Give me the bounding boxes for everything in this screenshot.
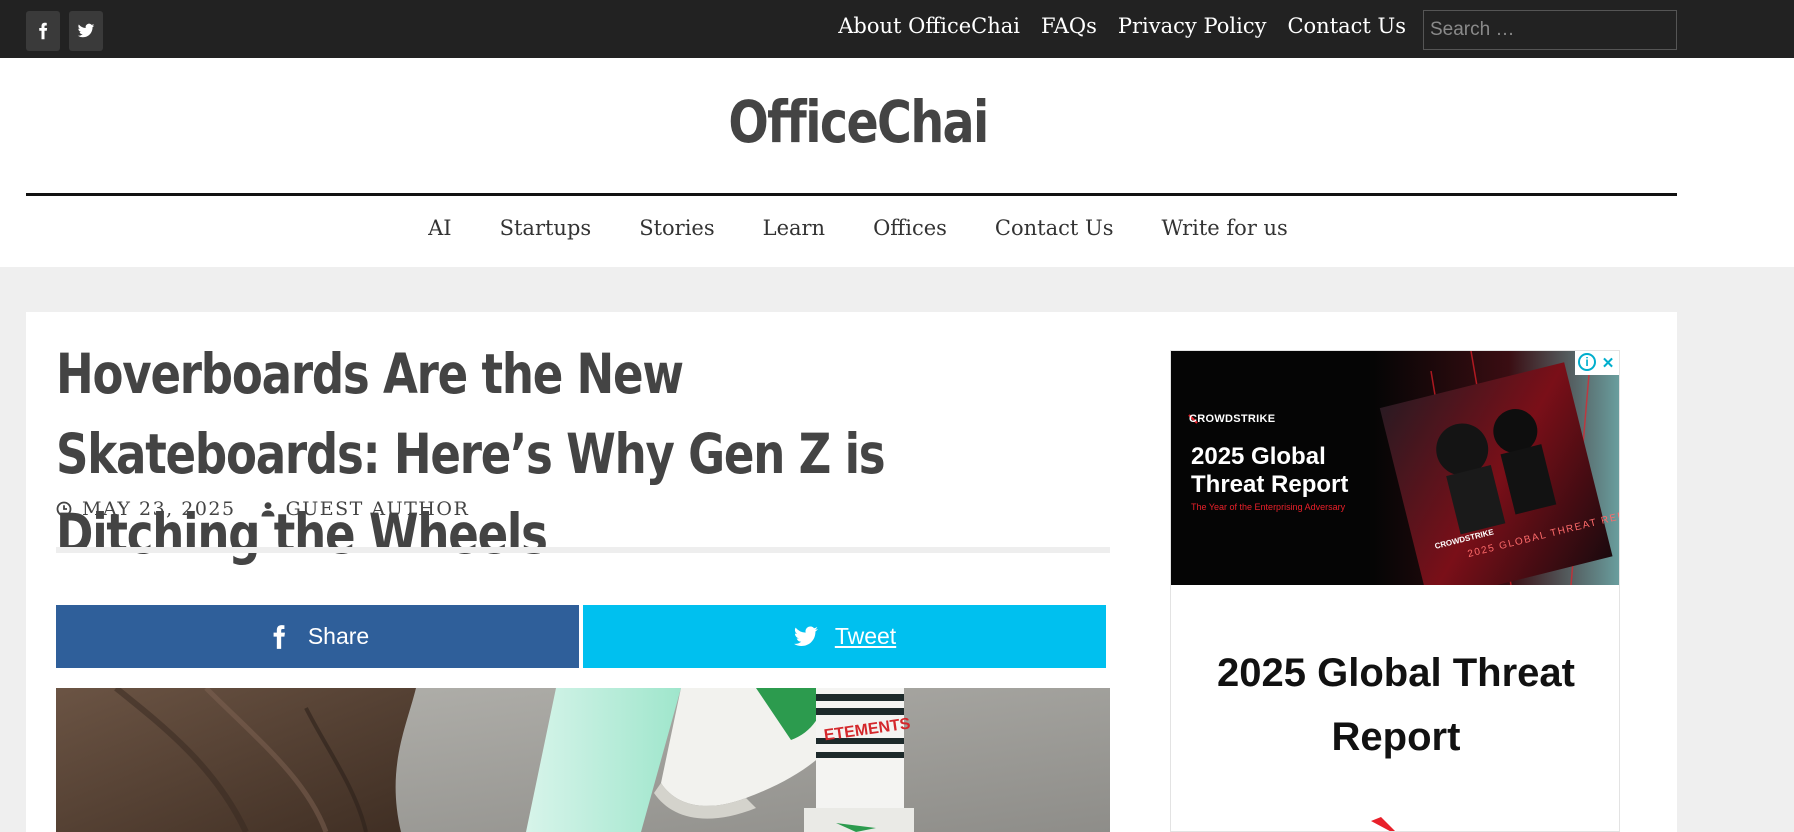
article-title: Hoverboards Are the New Skateboards: Her… bbox=[56, 342, 886, 566]
ad-close-icon[interactable]: ✕ bbox=[1598, 353, 1618, 373]
ad-tagline: The Year of the Enterprising Adversary bbox=[1191, 502, 1346, 512]
top-link-contact[interactable]: Contact Us bbox=[1287, 14, 1406, 38]
top-bar: About OfficeChai FAQs Privacy Policy Con… bbox=[0, 0, 1794, 58]
featured-image-illustration: ETEMENTS bbox=[56, 688, 1110, 832]
header-divider bbox=[26, 193, 1677, 196]
main-nav: AI Startups Stories Learn Offices Contac… bbox=[0, 216, 1716, 240]
meta-divider bbox=[56, 547, 1110, 553]
top-link-faqs[interactable]: FAQs bbox=[1041, 14, 1097, 38]
nav-item-contact[interactable]: Contact Us bbox=[995, 216, 1114, 240]
tweet-button[interactable]: Tweet bbox=[583, 605, 1106, 668]
top-link-about[interactable]: About OfficeChai bbox=[838, 14, 1020, 38]
top-link-privacy[interactable]: Privacy Policy bbox=[1118, 14, 1267, 38]
twitter-icon bbox=[77, 23, 95, 38]
ad-headline[interactable]: 2025 Global Threat Report bbox=[1171, 641, 1619, 769]
twitter-icon bbox=[793, 625, 818, 646]
ad-logo-mark bbox=[1371, 817, 1395, 831]
nav-item-write-for-us[interactable]: Write for us bbox=[1161, 216, 1287, 240]
ad-choices: i ✕ bbox=[1575, 351, 1619, 375]
site-header: OfficeChai AI Startups Stories Learn Off… bbox=[0, 58, 1794, 267]
sidebar-ad[interactable]: CROWDSTRIKE 2025 GLOBAL THREAT REPORT CR… bbox=[1170, 350, 1620, 832]
content-card: Hoverboards Are the New Skateboards: Her… bbox=[26, 312, 1677, 832]
nav-item-ai[interactable]: AI bbox=[428, 216, 451, 240]
share-label: Share bbox=[307, 623, 370, 649]
twitter-link[interactable] bbox=[69, 11, 103, 51]
nav-item-stories[interactable]: Stories bbox=[639, 216, 714, 240]
search-input[interactable] bbox=[1423, 10, 1677, 50]
facebook-share-button[interactable]: Share bbox=[56, 605, 579, 668]
user-icon bbox=[261, 502, 275, 517]
facebook-icon bbox=[39, 22, 48, 40]
ad-brand-logo: CROWDSTRIKE bbox=[1189, 413, 1276, 425]
article-date: MAY 23, 2025 bbox=[82, 498, 236, 520]
article-author[interactable]: GUEST AUTHOR bbox=[286, 498, 470, 520]
article-meta: MAY 23, 2025 GUEST AUTHOR bbox=[56, 498, 469, 520]
clock-icon bbox=[56, 501, 72, 517]
nav-item-startups[interactable]: Startups bbox=[500, 216, 592, 240]
article-featured-image: ETEMENTS bbox=[56, 688, 1110, 832]
ad-banner-title: 2025 Global Threat Report bbox=[1191, 443, 1349, 498]
site-title[interactable]: OfficeChai bbox=[154, 88, 1561, 156]
nav-item-learn[interactable]: Learn bbox=[763, 216, 825, 240]
ad-banner[interactable]: CROWDSTRIKE 2025 GLOBAL THREAT REPORT CR… bbox=[1171, 351, 1619, 585]
top-links: About OfficeChai FAQs Privacy Policy Con… bbox=[838, 14, 1406, 38]
facebook-icon bbox=[273, 624, 285, 649]
nav-item-offices[interactable]: Offices bbox=[873, 216, 947, 240]
facebook-link[interactable] bbox=[26, 11, 60, 51]
tweet-label: Tweet bbox=[834, 623, 897, 649]
ad-info-icon[interactable]: i bbox=[1578, 353, 1596, 371]
